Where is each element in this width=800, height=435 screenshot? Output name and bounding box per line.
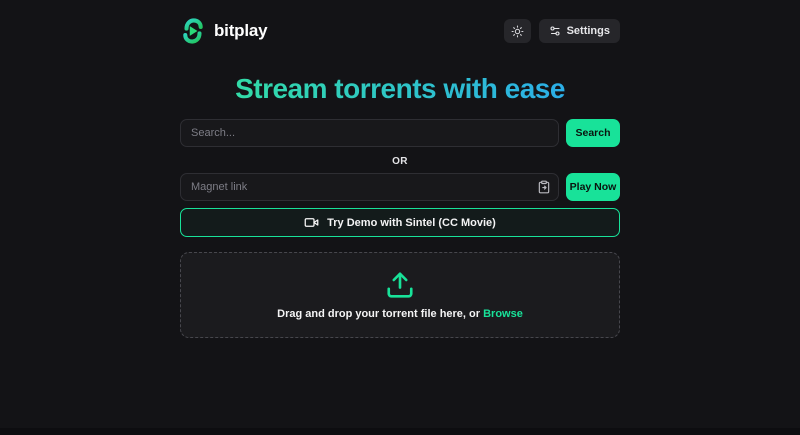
search-button[interactable]: Search: [566, 119, 620, 147]
torrent-dropzone[interactable]: Drag and drop your torrent file here, or…: [180, 252, 620, 338]
try-demo-button[interactable]: Try Demo with Sintel (CC Movie): [180, 208, 620, 237]
magnet-link-input[interactable]: [180, 173, 559, 201]
browse-link[interactable]: Browse: [483, 308, 523, 320]
brand-logo[interactable]: bitplay: [180, 18, 267, 44]
app-container: bitplay Settings: [180, 0, 620, 338]
dropzone-text-prefix: Drag and drop your torrent file here, or: [277, 308, 480, 320]
or-divider: OR: [180, 156, 620, 167]
search-input[interactable]: [180, 119, 559, 147]
header: bitplay Settings: [180, 0, 620, 44]
upload-icon: [385, 270, 415, 300]
search-input-wrap: [180, 119, 559, 147]
sun-icon: [511, 25, 524, 38]
bitplay-logo-icon: [180, 18, 206, 44]
search-row: Search: [180, 119, 620, 147]
clipboard-paste-icon[interactable]: [537, 180, 551, 194]
brand-name: bitplay: [214, 21, 267, 41]
try-demo-button-label: Try Demo with Sintel (CC Movie): [327, 217, 496, 229]
settings-button-label: Settings: [567, 25, 610, 37]
video-camera-icon: [304, 215, 319, 230]
theme-toggle-button[interactable]: [504, 19, 531, 43]
page-title: Stream torrents with ease: [180, 73, 620, 105]
play-now-button[interactable]: Play Now: [566, 173, 620, 201]
sliders-icon: [549, 25, 561, 37]
dropzone-text: Drag and drop your torrent file here, or…: [277, 308, 523, 320]
settings-button[interactable]: Settings: [539, 19, 620, 43]
magnet-row: Play Now: [180, 173, 620, 201]
header-actions: Settings: [504, 19, 620, 43]
viewport-bottom-edge: [0, 428, 800, 435]
magnet-input-wrap: [180, 173, 559, 201]
